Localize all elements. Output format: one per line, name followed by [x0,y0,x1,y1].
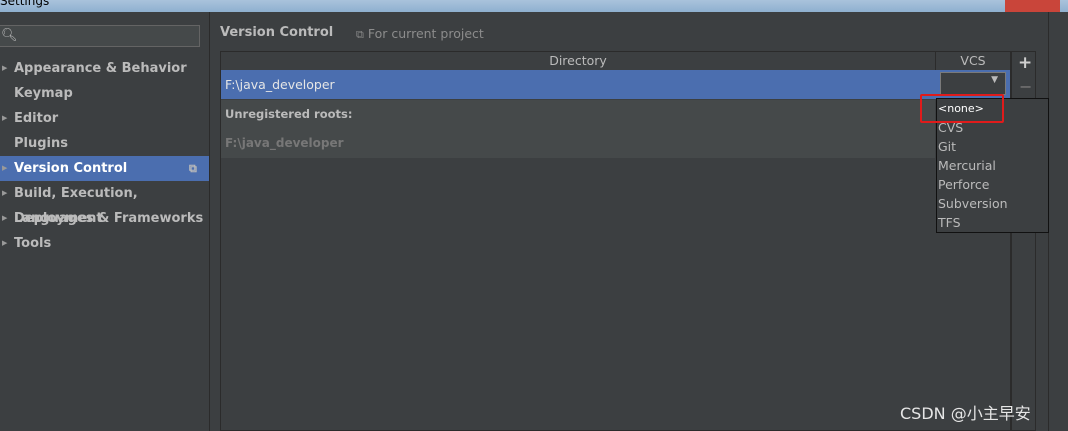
vcs-mappings-table: Directory VCS F:\java_developer ▼ Unregi… [220,51,1011,431]
unregistered-roots-label: Unregistered roots: [225,107,353,121]
window-titlebar: Settings [0,0,1068,12]
expand-arrow-icon: ▶ [2,114,8,122]
highlight-annotation-box [920,94,1004,123]
project-scope-icon: ⧉ [356,28,364,41]
sidebar-item-tools[interactable]: ▶ Tools [0,231,209,256]
watermark-text: CSDN @小主早安 [900,404,1031,423]
sidebar-item-editor[interactable]: ▶ Editor [0,106,209,131]
scope-label: For current project [367,26,484,41]
chevron-down-icon: ▼ [991,75,998,85]
sidebar-item-languages-frameworks[interactable]: ▶ Languages & Frameworks [0,206,209,231]
window-right-edge [1048,12,1059,431]
remove-mapping-button[interactable]: − [1019,77,1032,96]
sidebar-item-keymap[interactable]: Keymap [0,81,209,106]
expand-arrow-icon: ▶ [2,164,8,172]
unregistered-root-item[interactable]: F:\java_developer [225,136,344,150]
sidebar-item-label: Tools [14,236,52,251]
sidebar-item-version-control[interactable]: ▶ Version Control ⧉ [0,156,209,181]
vcs-option-subversion[interactable]: Subversion [938,194,1008,213]
sidebar-item-plugins[interactable]: Plugins [0,131,209,156]
vcs-option-git[interactable]: Git [938,137,956,156]
project-scope-icon: ⧉ [189,162,197,175]
table-row[interactable]: F:\java_developer [221,70,1010,99]
sidebar-item-label: Editor [14,111,59,126]
sidebar-item-label: Plugins [14,136,68,151]
directory-cell: F:\java_developer [225,77,335,92]
sidebar-item-label: Languages & Frameworks [14,211,204,226]
expand-arrow-icon: ▶ [2,239,8,247]
sidebar-item-label: Keymap [14,86,73,101]
window-close-button[interactable] [1005,0,1060,12]
expand-arrow-icon: ▶ [2,64,8,72]
unregistered-roots-section: Unregistered roots: F:\java_developer [221,100,935,158]
vcs-option-mercurial[interactable]: Mercurial [938,156,996,175]
sidebar-item-label: Appearance & Behavior [14,61,187,76]
settings-search-input[interactable]: 🔍︎ [0,25,200,47]
sidebar-item-appearance-behavior[interactable]: ▶ Appearance & Behavior [0,56,209,81]
sidebar-item-label: Version Control [14,161,128,176]
settings-sidebar: 🔍︎ ▶ Appearance & Behavior Keymap ▶ Edit… [0,12,210,431]
window-title: Settings [0,0,50,8]
add-mapping-button[interactable]: + [1018,53,1032,73]
vcs-option-tfs[interactable]: TFS [938,213,961,232]
search-icon: 🔍︎ [1,28,18,43]
expand-arrow-icon: ▶ [2,214,8,222]
column-header-vcs[interactable]: VCS [936,52,1010,71]
scope-hint: ⧉ For current project [356,26,484,42]
vcs-combobox[interactable]: ▼ [940,72,1006,95]
column-header-directory[interactable]: Directory [221,52,936,71]
page-title: Version Control [220,25,334,40]
sidebar-item-build-execution-deployment[interactable]: ▶ Build, Execution, Deployment [0,181,209,226]
vcs-option-perforce[interactable]: Perforce [938,175,989,194]
expand-arrow-icon: ▶ [2,189,8,197]
